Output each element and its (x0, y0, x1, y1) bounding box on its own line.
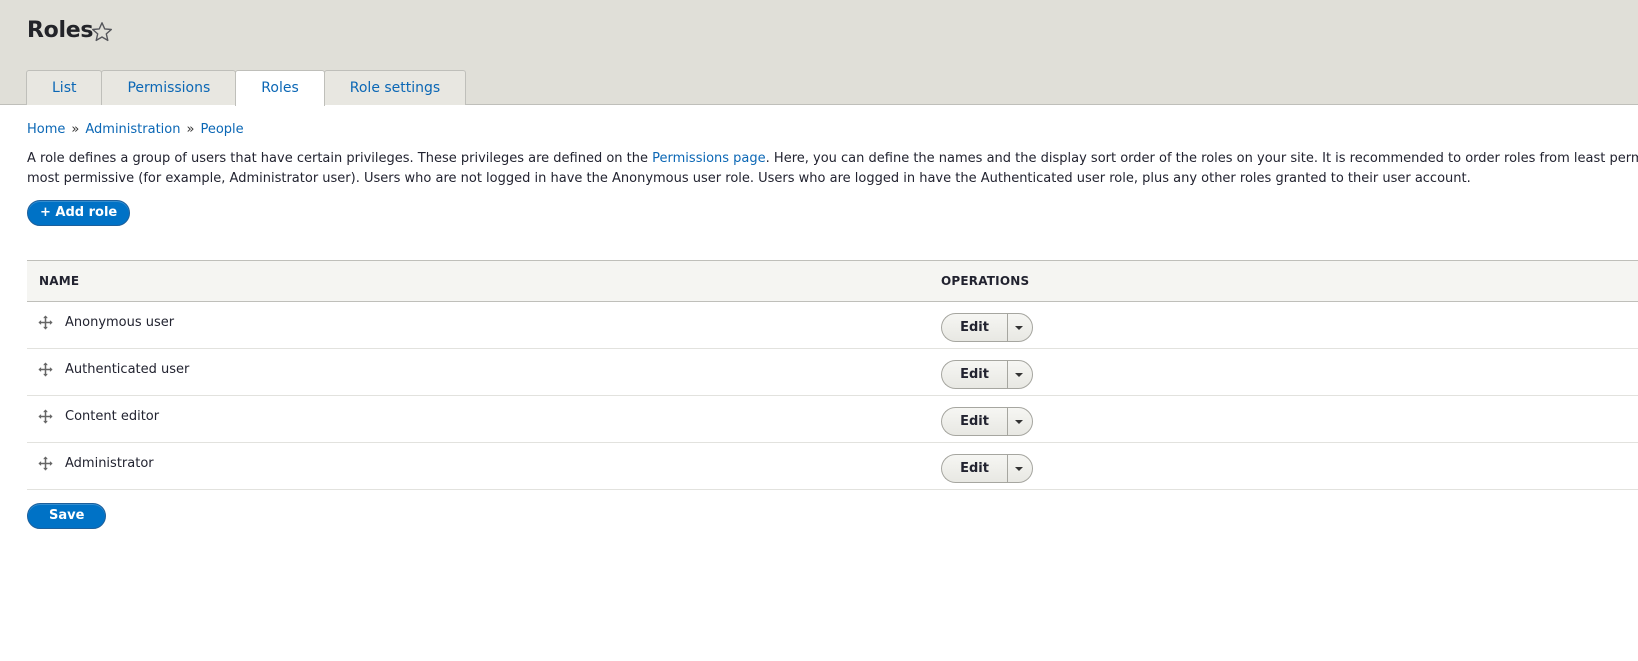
drag-handle-icon[interactable] (38, 409, 53, 424)
table-row: Content editor Edit (27, 396, 1638, 443)
tab-role-settings[interactable]: Role settings (323, 70, 467, 105)
role-name: Content editor (65, 409, 160, 424)
edit-button[interactable]: Edit (941, 313, 1007, 342)
operations-dropbutton: Edit (941, 313, 1033, 342)
tab-permissions[interactable]: Permissions (101, 70, 237, 105)
role-name: Anonymous user (65, 315, 175, 330)
caret-down-icon (1015, 326, 1023, 330)
operations-toggle-button[interactable] (1007, 313, 1033, 342)
role-name: Authenticated user (65, 362, 190, 377)
save-button[interactable]: Save (27, 503, 107, 529)
breadcrumb-separator: » (186, 122, 195, 137)
operations-toggle-button[interactable] (1007, 360, 1033, 389)
column-header-name: NAME (39, 274, 80, 288)
description-text: A role defines a group of users that hav… (27, 151, 653, 166)
edit-button[interactable]: Edit (941, 360, 1007, 389)
tab-roles[interactable]: Roles (235, 70, 325, 106)
column-header-operations: OPERATIONS (941, 274, 1030, 288)
table-row: Authenticated user Edit (27, 349, 1638, 396)
description-line-1: A role defines a group of users that hav… (27, 149, 1638, 169)
operations-dropbutton: Edit (941, 454, 1033, 483)
roles-table: NAME OPERATIONS Anonymous user Edit Auth… (27, 260, 1638, 490)
tab-list[interactable]: List (26, 70, 103, 105)
breadcrumb: Home » Administration » People (27, 122, 244, 137)
description-line-2: most permissive (for example, Administra… (27, 171, 1471, 186)
star-icon[interactable] (90, 20, 114, 44)
drag-handle-icon[interactable] (38, 315, 53, 330)
caret-down-icon (1015, 420, 1023, 424)
role-name: Administrator (65, 456, 154, 471)
page-header: Roles List Permissions Roles Role settin… (0, 0, 1638, 106)
add-role-button[interactable]: + Add role (27, 200, 131, 226)
table-header: NAME OPERATIONS (27, 260, 1638, 302)
drag-handle-icon[interactable] (38, 362, 53, 377)
description-text: . Here, you can define the names and the… (765, 151, 1638, 166)
table-row: Administrator Edit (27, 443, 1638, 490)
operations-toggle-button[interactable] (1007, 407, 1033, 436)
caret-down-icon (1015, 373, 1023, 377)
caret-down-icon (1015, 467, 1023, 471)
breadcrumb-home[interactable]: Home (27, 122, 65, 137)
drag-handle-icon[interactable] (38, 456, 53, 471)
breadcrumb-separator: » (71, 122, 80, 137)
breadcrumb-administration[interactable]: Administration (85, 122, 180, 137)
operations-dropbutton: Edit (941, 360, 1033, 389)
page-description: A role defines a group of users that hav… (27, 149, 1638, 189)
breadcrumb-people[interactable]: People (200, 122, 243, 137)
table-row: Anonymous user Edit (27, 302, 1638, 349)
edit-button[interactable]: Edit (941, 454, 1007, 483)
permissions-page-link[interactable]: Permissions page (652, 151, 766, 166)
page-title: Roles (27, 18, 94, 43)
operations-toggle-button[interactable] (1007, 454, 1033, 483)
operations-dropbutton: Edit (941, 407, 1033, 436)
tab-bar: List Permissions Roles Role settings (26, 70, 467, 106)
edit-button[interactable]: Edit (941, 407, 1007, 436)
